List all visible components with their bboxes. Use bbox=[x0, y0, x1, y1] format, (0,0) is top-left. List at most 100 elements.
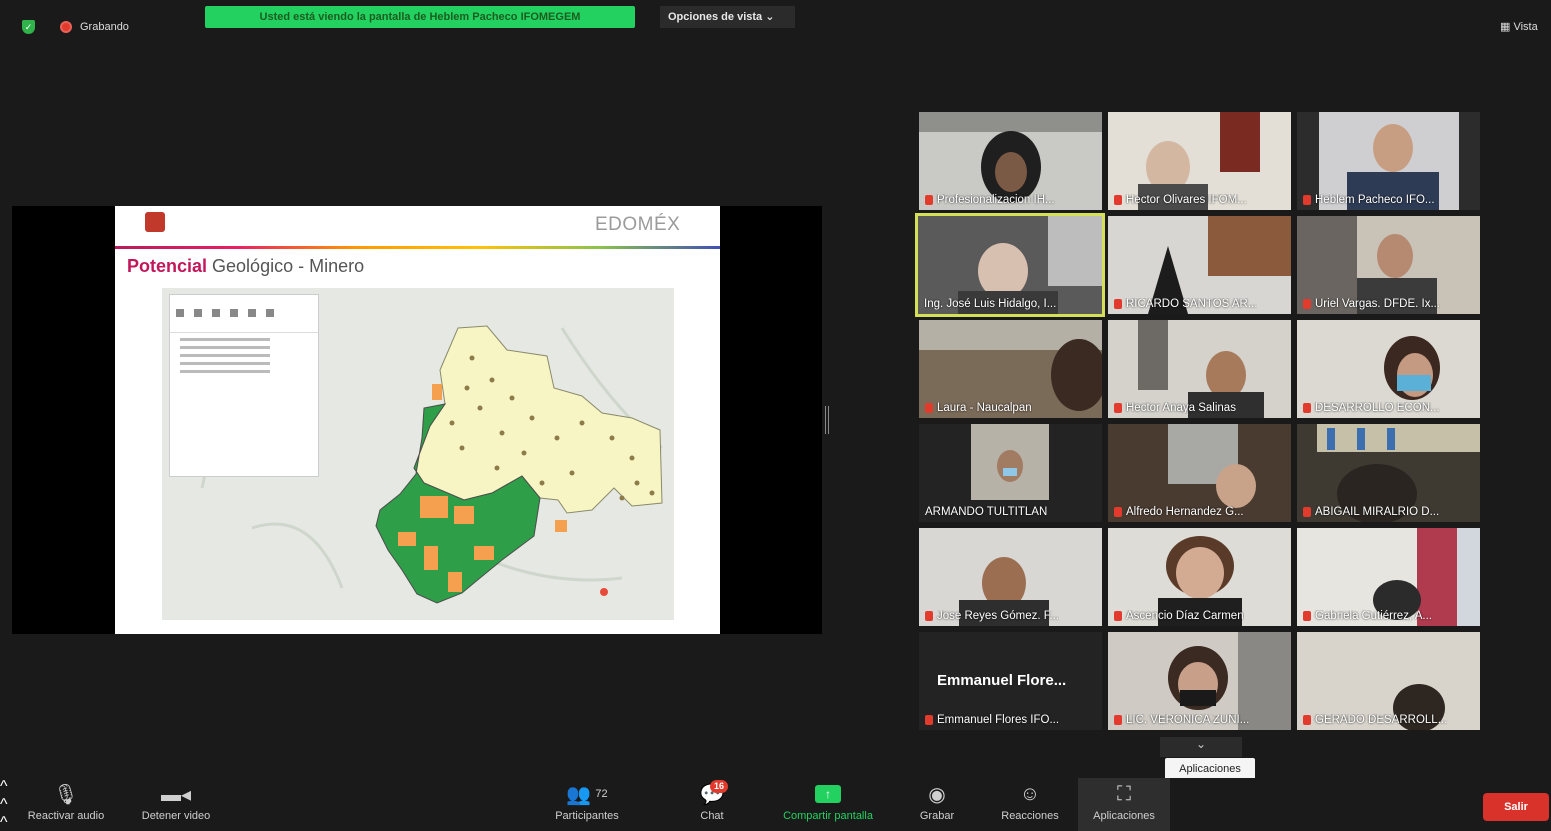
mic-muted-icon bbox=[1114, 507, 1122, 517]
participant-name: Hector Anaya Salinas bbox=[1126, 402, 1236, 414]
top-bar: ✓ Grabando Usted está viendo la pantalla… bbox=[0, 0, 1551, 34]
map-tool-icon[interactable] bbox=[266, 309, 274, 317]
split-view-handle[interactable] bbox=[825, 406, 829, 434]
participant-name: Laura - Naucalpan bbox=[937, 402, 1032, 414]
video-tile[interactable]: LIC. VERÓNICA ZUÑI... bbox=[1108, 632, 1291, 730]
meeting-toolbar: 🎙 Reactivar audio ^ ▬◂ Detener video ^ 👥… bbox=[0, 778, 1551, 831]
video-tile[interactable]: Hector Olivares IFOM... bbox=[1108, 112, 1291, 210]
unmute-button[interactable]: 🎙 Reactivar audio bbox=[14, 778, 118, 831]
view-button[interactable]: ▦ Vista bbox=[1500, 20, 1538, 33]
participant-name: Ascencio Díaz Carmen bbox=[1126, 610, 1244, 622]
video-tile[interactable]: Emmanuel Flore... Emmanuel Flores IFO... bbox=[919, 632, 1102, 730]
reactions-button[interactable]: ☺ Reacciones bbox=[992, 778, 1068, 831]
mic-muted-icon bbox=[925, 715, 933, 725]
recording-label: Grabando bbox=[80, 21, 129, 33]
edomex-brand: EDOMÉX bbox=[595, 214, 681, 235]
participant-display-name: Emmanuel Flore... bbox=[937, 672, 1067, 689]
share-screen-button[interactable]: ↑ Compartir pantalla bbox=[768, 778, 888, 831]
video-tile[interactable]: Jose Reyes Gómez. F... bbox=[919, 528, 1102, 626]
apps-button[interactable]: ⛶ Aplicaciones bbox=[1078, 778, 1170, 831]
slide-title-rest: Geológico - Minero bbox=[207, 256, 365, 276]
map-layer-item[interactable] bbox=[180, 346, 270, 349]
geological-map bbox=[162, 288, 674, 620]
participant-name: Jose Reyes Gómez. F... bbox=[937, 610, 1060, 622]
mic-muted-icon bbox=[1114, 195, 1122, 205]
chat-label: Chat bbox=[700, 810, 724, 822]
stop-video-label: Detener video bbox=[141, 810, 211, 822]
video-tile[interactable]: GERADO DESARROLL... bbox=[1297, 632, 1480, 730]
video-tile[interactable]: Ascencio Díaz Carmen bbox=[1108, 528, 1291, 626]
video-tile[interactable]: DESARROLLO ECON... bbox=[1297, 320, 1480, 418]
share-screen-label: Compartir pantalla bbox=[783, 810, 873, 822]
government-logo bbox=[145, 212, 165, 232]
grid-icon: ▦ bbox=[1500, 21, 1511, 33]
video-tile[interactable]: Heblem Pacheco IFO... bbox=[1297, 112, 1480, 210]
map-layer-item[interactable] bbox=[180, 370, 270, 373]
slide-title-highlight: Potencial bbox=[127, 256, 208, 276]
video-tile[interactable]: Hector Anaya Salinas bbox=[1108, 320, 1291, 418]
chat-unread-badge: 16 bbox=[710, 780, 729, 793]
slide-color-bar bbox=[115, 246, 720, 249]
view-options-label: Opciones de vista bbox=[668, 11, 763, 23]
record-label: Grabar bbox=[919, 810, 955, 822]
map-layer-panel[interactable] bbox=[169, 294, 319, 477]
viewing-screen-banner: Usted está viendo la pantalla de Heblem … bbox=[205, 6, 635, 28]
participants-icon: 👥 bbox=[566, 783, 592, 806]
chat-button[interactable]: 💬 16 Chat bbox=[690, 778, 734, 831]
video-tile[interactable]: Laura - Naucalpan bbox=[919, 320, 1102, 418]
participant-name: Uriel Vargas. DFDE. Ix... bbox=[1315, 298, 1441, 310]
collapse-apps-button[interactable]: ⌄ bbox=[1160, 737, 1242, 757]
participant-name: GERADO DESARROLL... bbox=[1315, 714, 1448, 726]
map-tool-icon[interactable] bbox=[212, 309, 220, 317]
map-panel-toolbar bbox=[170, 295, 318, 333]
unmute-label: Reactivar audio bbox=[27, 810, 105, 822]
mic-muted-icon bbox=[1114, 611, 1122, 621]
mic-muted-icon bbox=[1303, 507, 1311, 517]
participant-name: LIC. VERÓNICA ZUÑI... bbox=[1126, 714, 1250, 726]
video-tile[interactable]: Alfredo Hernandez G... bbox=[1108, 424, 1291, 522]
mic-muted-icon bbox=[1303, 403, 1311, 413]
participant-name: Ing. José Luis Hidalgo, I... bbox=[924, 298, 1057, 310]
record-icon: ◉ bbox=[928, 783, 946, 806]
recording-icon bbox=[60, 21, 72, 33]
mic-muted-icon bbox=[1114, 715, 1122, 725]
stop-video-button[interactable]: ▬◂ Detener video bbox=[128, 778, 224, 831]
reactions-label: Reacciones bbox=[1001, 810, 1059, 822]
video-tile[interactable]: Gabriela Gutiérrez, A... bbox=[1297, 528, 1480, 626]
mic-muted-icon bbox=[925, 195, 933, 205]
video-tile[interactable]: Uriel Vargas. DFDE. Ix... bbox=[1297, 216, 1480, 314]
active-speaker-tile[interactable]: Ing. José Luis Hidalgo, I... bbox=[915, 213, 1105, 317]
video-tile[interactable]: ARMANDO TULTITLAN bbox=[919, 424, 1102, 522]
map-layer-item[interactable] bbox=[180, 338, 270, 341]
map-layer-item[interactable] bbox=[180, 354, 270, 357]
apps-icon: ⛶ bbox=[1117, 782, 1131, 805]
view-label: Vista bbox=[1513, 21, 1538, 33]
leave-button[interactable]: Salir bbox=[1483, 793, 1549, 821]
map-tool-icon[interactable] bbox=[194, 309, 202, 317]
chevron-down-icon: ⌄ bbox=[1195, 737, 1207, 751]
video-tile[interactable]: Profesionalizacion IH... bbox=[919, 112, 1102, 210]
participant-name: Emmanuel Flores IFO... bbox=[937, 714, 1060, 726]
map-layer-item[interactable] bbox=[180, 362, 270, 365]
slide-title: Potencial Geológico - Minero bbox=[127, 256, 364, 277]
mic-muted-icon bbox=[925, 611, 933, 621]
mic-muted-icon bbox=[1114, 299, 1122, 309]
mic-muted-icon bbox=[925, 403, 933, 413]
reactions-icon: ☺ bbox=[1019, 782, 1041, 805]
participants-label: Participantes bbox=[555, 810, 619, 822]
video-tile[interactable]: ABIGAIL MIRALRIO D... bbox=[1297, 424, 1480, 522]
video-tile[interactable]: RICARDO SANTOS AR... bbox=[1108, 216, 1291, 314]
mic-muted-icon bbox=[1303, 299, 1311, 309]
map-tool-icon[interactable] bbox=[176, 309, 184, 317]
participant-name: Profesionalizacion IH... bbox=[937, 194, 1055, 206]
security-shield-icon[interactable]: ✓ bbox=[22, 20, 35, 34]
mic-muted-icon bbox=[1303, 715, 1311, 725]
map-tool-icon[interactable] bbox=[230, 309, 238, 317]
record-button[interactable]: ◉ Grabar bbox=[912, 778, 962, 831]
view-options-button[interactable]: Opciones de vista ⌄ bbox=[660, 6, 795, 28]
map-tool-icon[interactable] bbox=[248, 309, 256, 317]
shared-slide: EDOMÉX Potencial Geológico - Minero bbox=[115, 206, 720, 634]
apps-tooltip: Aplicaciones bbox=[1165, 758, 1255, 780]
participant-name: ARMANDO TULTITLAN bbox=[925, 506, 1048, 518]
participants-button[interactable]: 👥 72 Participantes bbox=[540, 778, 634, 831]
